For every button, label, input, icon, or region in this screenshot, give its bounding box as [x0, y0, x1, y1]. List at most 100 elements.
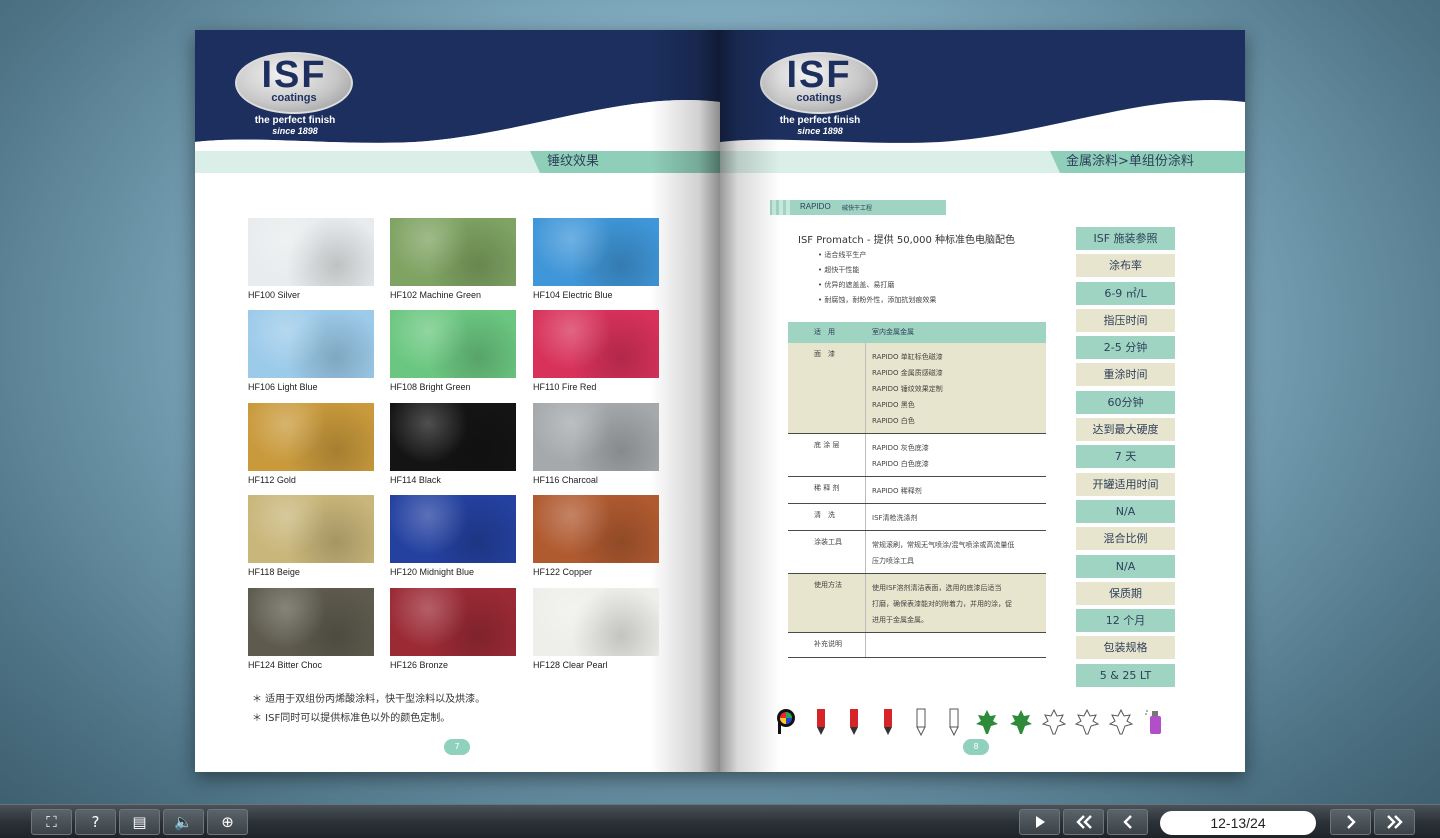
outline-pencil-icon	[916, 708, 926, 737]
spec-table: 适 用 室内金属金属 面 漆 RAPIDO 单缸标色磁漆 RAPIDO 金属质感磁…	[788, 322, 1046, 658]
autoplay-button[interactable]	[1019, 809, 1060, 835]
color-swatch	[390, 218, 516, 286]
double-chevron-right-icon	[1386, 815, 1403, 829]
next-page-button[interactable]	[1330, 809, 1371, 835]
double-chevron-left-icon	[1075, 815, 1092, 829]
spec-value: 使用ISF溶剂清洁表面，选用的底漆后适当 打磨，确保表漆能对的附着力，并用的涂，…	[872, 584, 1012, 624]
feature-list: 适合线平生产 超快干性能 优异的遮盖盖、易打磨 耐腐蚀，耐粉外性，添加抗划痕效果	[818, 248, 936, 308]
color-swatch	[390, 310, 516, 378]
isf-logo: ISF coatings	[235, 52, 353, 114]
spec-row: 补充说明	[788, 633, 1046, 658]
reference-cell: 指压时间	[1076, 308, 1175, 332]
zoom-in-icon: ⊕	[221, 813, 234, 831]
sound-button[interactable]: 🔈	[163, 809, 204, 835]
spec-row: 清 洗 ISF清枪洗涤剂	[788, 504, 1046, 531]
swatch-label: HF128 Clear Pearl	[533, 660, 608, 670]
spec-value: RAPIDO 灰色底漆 RAPIDO 白色底漆	[872, 444, 929, 468]
play-icon	[1035, 816, 1045, 828]
previous-page-button[interactable]	[1107, 809, 1148, 835]
reference-cell: 开罐适用时间	[1076, 472, 1175, 496]
reference-cell: 6-9 ㎡/L	[1076, 281, 1175, 305]
reference-cell: 涂布率	[1076, 254, 1175, 278]
first-page-button[interactable]	[1063, 809, 1104, 835]
spec-key: 稀 释 剂	[788, 477, 866, 503]
color-swatch	[533, 588, 659, 656]
spec-row: 底 涂 层 RAPIDO 灰色底漆 RAPIDO 白色底漆	[788, 434, 1046, 477]
swatch-label: HF112 Gold	[248, 475, 296, 485]
section-title: 锤纹效果	[547, 154, 600, 169]
color-swatch	[248, 218, 374, 286]
color-swatch	[390, 403, 516, 471]
product-subtitle: 碱快干工程	[842, 205, 873, 212]
note-line: ＊ ISF同时可以提供标准色以外的颜色定制。	[252, 713, 451, 724]
spec-key: 涂装工具	[788, 531, 866, 573]
reference-cell: 7 天	[1076, 445, 1175, 469]
promatch-heading: ISF Promatch - 提供 50,000 种标准色电脑配色	[798, 235, 1016, 246]
spec-key: 清 洗	[788, 504, 866, 530]
spec-key: 补充说明	[788, 633, 866, 657]
reference-cell: 保质期	[1076, 581, 1175, 605]
left-page: ISF coatings the perfect finish since 18…	[195, 30, 720, 772]
swatch-label: HF104 Electric Blue	[533, 290, 613, 300]
speaker-icon: 🔈	[174, 813, 193, 831]
color-swatch	[390, 588, 516, 656]
spec-value: RAPIDO 稀释剂	[872, 487, 922, 495]
contents-button[interactable]: ▤	[119, 809, 160, 835]
swatch-label: HF120 Midnight Blue	[390, 567, 475, 577]
spec-row: 稀 释 剂 RAPIDO 稀释剂	[788, 477, 1046, 504]
last-page-button[interactable]	[1374, 809, 1415, 835]
reference-cell: N/A	[1076, 554, 1175, 578]
outline-leaf-icon	[1075, 708, 1099, 735]
product-banner: RAPIDO 碱快干工程	[770, 200, 946, 215]
help-button[interactable]: ?	[75, 809, 116, 835]
green-leaf-icon	[976, 710, 998, 734]
feature-item: 耐腐蚀，耐粉外性，添加抗划痕效果	[818, 293, 936, 308]
swatch-label: HF126 Bronze	[390, 660, 449, 670]
brand-tagline: the perfect finish since 1898	[779, 115, 861, 137]
red-pencil-icon	[817, 709, 825, 735]
page-number: 7	[444, 739, 470, 755]
reference-cell: 12 个月	[1076, 609, 1175, 633]
reference-cell: 2-5 分钟	[1076, 336, 1175, 360]
page-indicator[interactable]: 12-13/24	[1160, 811, 1316, 835]
reference-cell: ISF 施装参照	[1076, 227, 1175, 250]
red-pencil-icon	[884, 709, 892, 735]
reference-cell: N/A	[1076, 499, 1175, 523]
swatch-label: HF124 Bitter Choc	[248, 660, 323, 670]
red-pencil-icon	[850, 709, 858, 735]
spray-can-icon	[1145, 710, 1161, 734]
help-icon: ?	[91, 813, 100, 831]
document-icon: ▤	[132, 813, 147, 831]
color-swatch	[248, 495, 374, 563]
spec-key: 面 漆	[788, 343, 866, 433]
feature-item: 适合线平生产	[818, 248, 936, 263]
spec-value	[866, 633, 1046, 657]
color-swatch	[533, 310, 659, 378]
reference-cell: 混合比例	[1076, 527, 1175, 551]
isf-logo: ISF coatings	[760, 52, 878, 114]
swatch-label: HF116 Charcoal	[533, 475, 598, 485]
spec-value: RAPIDO 单缸标色磁漆 RAPIDO 金属质感磁漆 RAPIDO 锤纹效果定…	[872, 353, 943, 425]
feature-icons	[775, 707, 1185, 739]
spec-key: 使用方法	[788, 574, 866, 632]
zoom-button[interactable]: ⊕	[207, 809, 248, 835]
reference-cell: 包装规格	[1076, 636, 1175, 660]
swatch-label: HF100 Silver	[248, 290, 301, 300]
color-swatch	[533, 403, 659, 471]
color-swatch	[248, 588, 374, 656]
flipbook: ISF coatings the perfect finish since 18…	[195, 30, 1245, 772]
spec-row: 面 漆 RAPIDO 单缸标色磁漆 RAPIDO 金属质感磁漆 RAPIDO 锤纹…	[788, 343, 1046, 434]
application-reference: ISF 施装参照 涂布率 6-9 ㎡/L 指压时间 2-5 分钟 重涂时间 60分钟 达到最大…	[1076, 227, 1175, 691]
viewer-toolbar: ⛶ ? ▤ 🔈 ⊕ 12-13/24	[0, 804, 1440, 838]
swatch-label: HF108 Bright Green	[390, 382, 471, 392]
spec-value: ISF清枪洗涤剂	[872, 514, 918, 522]
swatch-label: HF118 Beige	[248, 567, 300, 577]
swatch-label: HF110 Fire Red	[533, 382, 597, 392]
feature-item: 优异的遮盖盖、易打磨	[818, 278, 936, 293]
page-number: 8	[963, 739, 989, 755]
outline-pencil-icon	[949, 708, 959, 737]
right-page: ISF coatings the perfect finish since 18…	[720, 30, 1245, 772]
fullscreen-button[interactable]: ⛶	[31, 809, 72, 835]
note-line: ＊ 适用于双组份丙烯酸涂料，快干型涂料以及烘漆。	[252, 694, 486, 705]
outline-leaf-icon	[1042, 708, 1066, 735]
